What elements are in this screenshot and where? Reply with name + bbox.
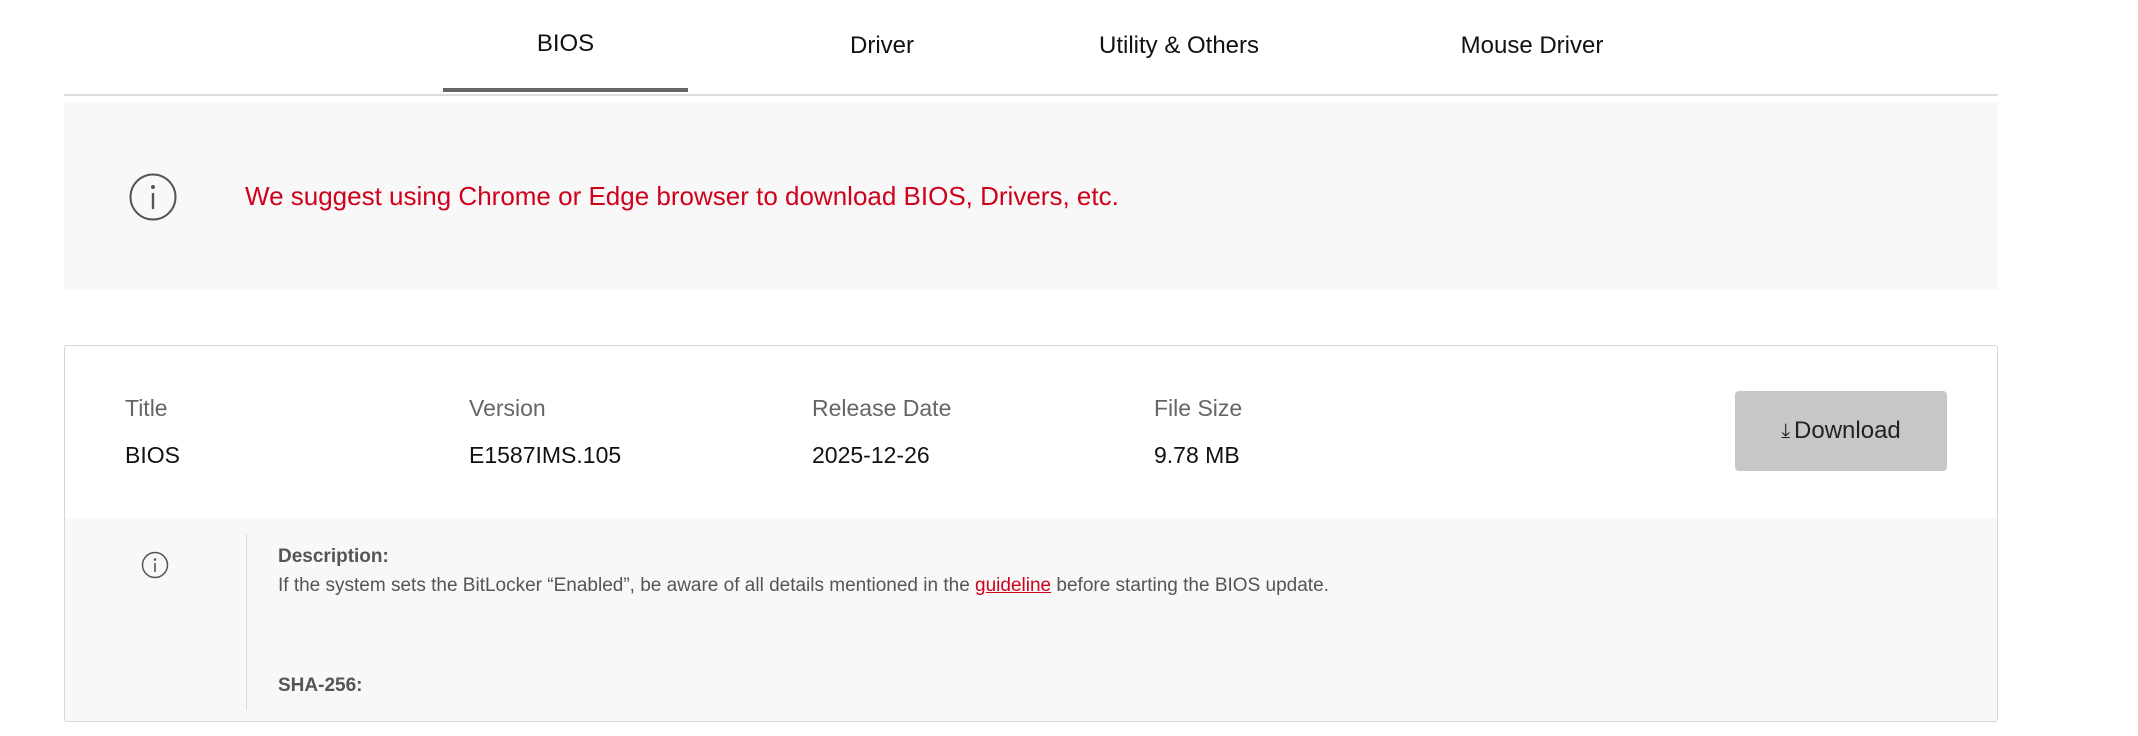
info-icon (141, 551, 169, 579)
description-text: If the system sets the BitLocker “Enable… (278, 575, 1329, 597)
title-value: BIOS (125, 442, 180, 468)
tab-mouse-driver[interactable]: Mouse Driver (1367, 0, 1697, 92)
version-label: Version (469, 395, 546, 421)
title-label: Title (125, 395, 168, 421)
bios-download-card: Title BIOS Version E1587IMS.105 Release … (64, 345, 1998, 722)
guideline-link[interactable]: guideline (975, 575, 1051, 596)
release-date-value: 2025-12-26 (812, 442, 930, 468)
description-text-after: before starting the BIOS update. (1056, 575, 1329, 596)
description-title: Description: (278, 546, 389, 567)
download-category-tabs: BIOS Driver Utility & Others Mouse Drive… (64, 0, 1998, 96)
browser-notice-text: We suggest using Chrome or Edge browser … (245, 181, 1119, 211)
description-divider (246, 534, 247, 710)
download-button-label: Download (1794, 417, 1901, 444)
version-value: E1587IMS.105 (469, 442, 622, 468)
info-icon (129, 173, 177, 221)
sha256-title: SHA-256: (278, 675, 363, 696)
download-arrow-icon: ⤓ (1781, 419, 1791, 442)
browser-notice-banner: We suggest using Chrome or Edge browser … (64, 102, 1998, 290)
release-date-column: Release Date 2025-12-26 (812, 394, 951, 469)
title-column: Title BIOS (125, 394, 180, 469)
tab-driver[interactable]: Driver (765, 0, 999, 92)
tab-utility-others[interactable]: Utility & Others (1024, 0, 1334, 92)
file-size-label: File Size (1154, 395, 1243, 421)
release-date-label: Release Date (812, 395, 952, 421)
tab-bios[interactable]: BIOS (443, 0, 688, 92)
file-size-column: File Size 9.78 MB (1154, 394, 1242, 469)
description-text-before: If the system sets the BitLocker “Enable… (278, 575, 970, 596)
description-panel: Description: If the system sets the BitL… (65, 518, 1997, 721)
version-column: Version E1587IMS.105 (469, 394, 621, 469)
download-button[interactable]: ⤓ Download (1735, 391, 1947, 471)
file-size-value: 9.78 MB (1154, 442, 1240, 468)
